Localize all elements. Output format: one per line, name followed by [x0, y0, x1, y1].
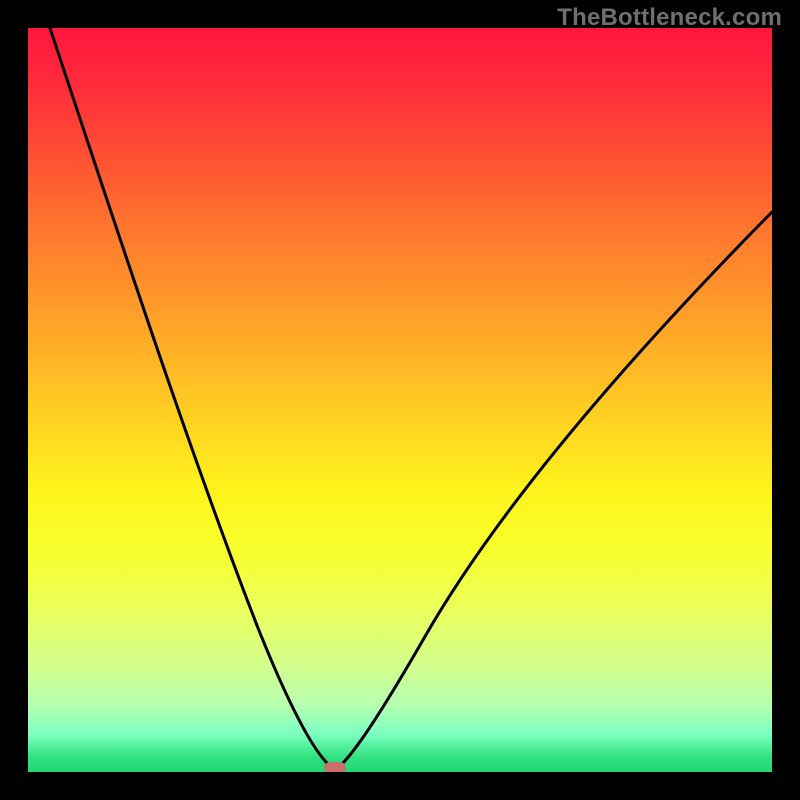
plot-area [28, 28, 772, 772]
bottleneck-curve [28, 28, 772, 772]
chart-frame: TheBottleneck.com [0, 0, 800, 800]
curve-path [50, 28, 772, 770]
minimum-marker [324, 762, 346, 772]
